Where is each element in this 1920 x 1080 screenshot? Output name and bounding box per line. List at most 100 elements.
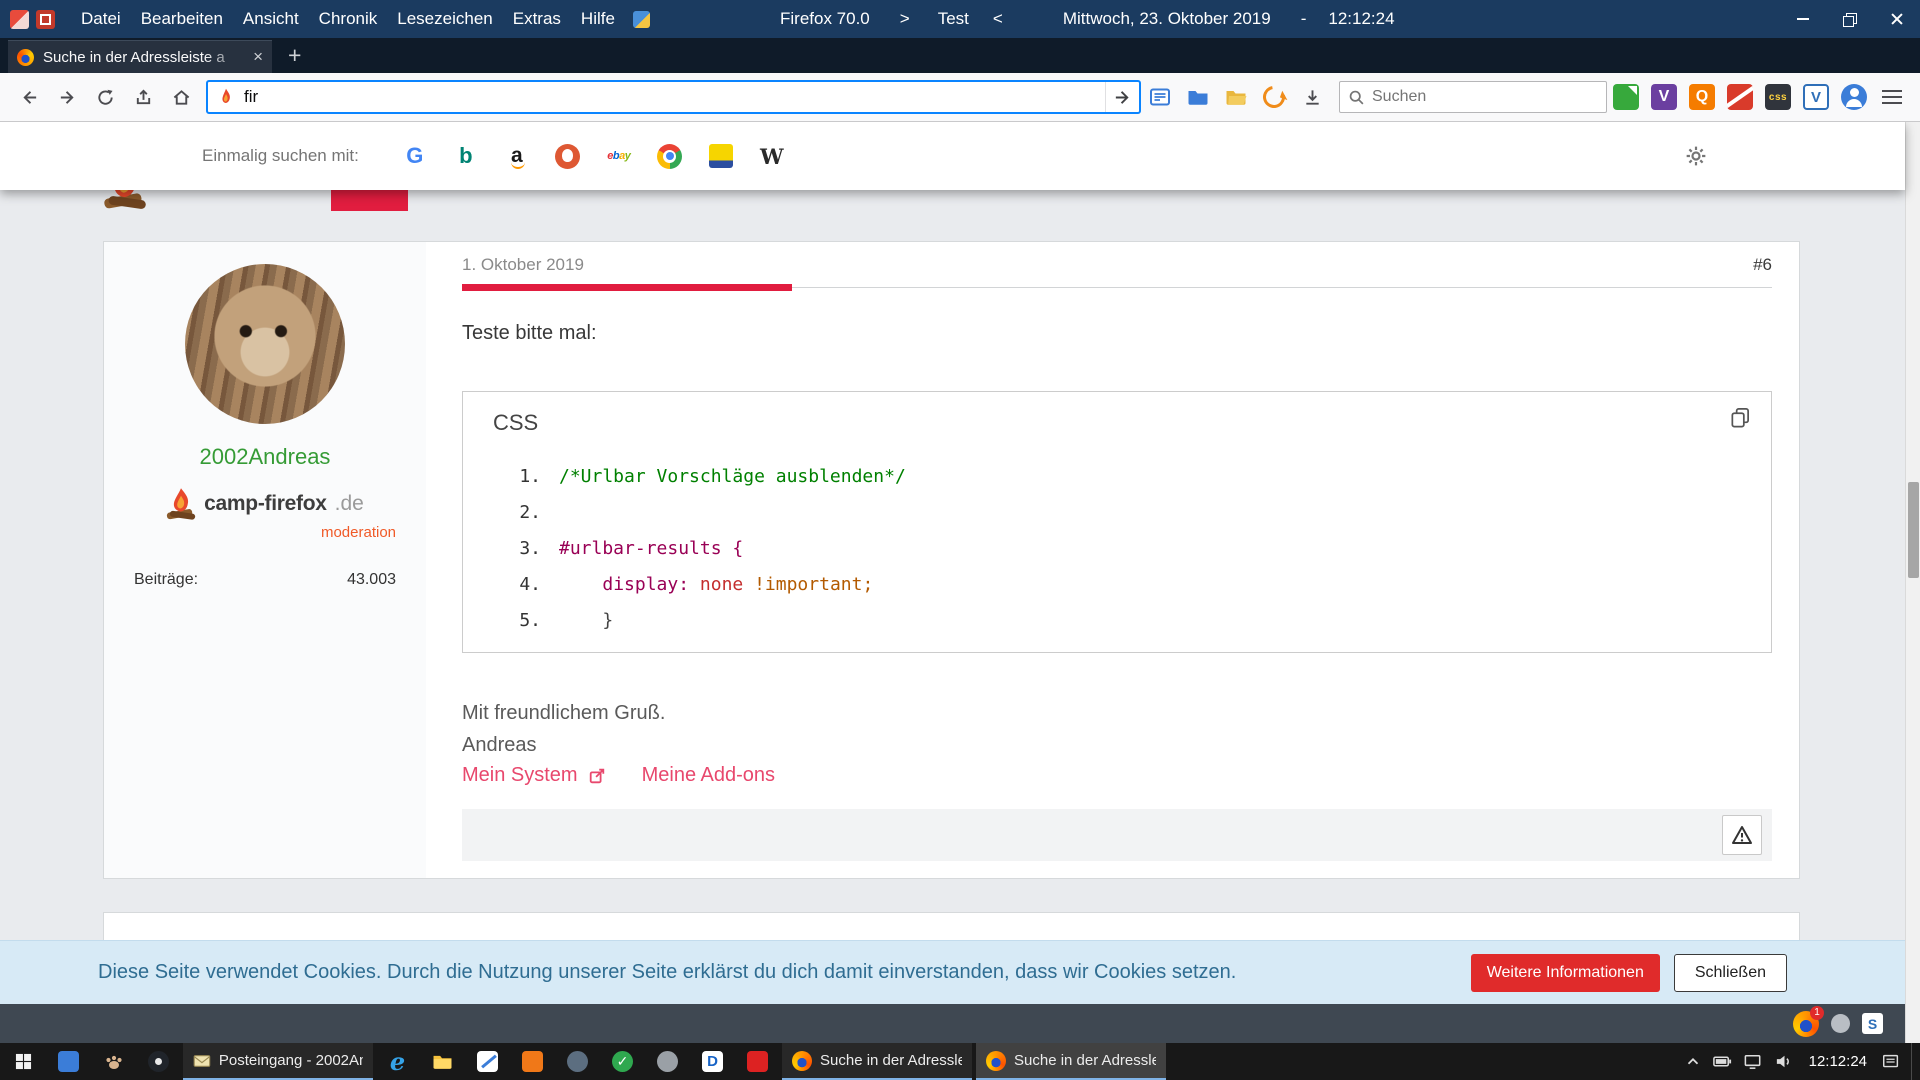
amazon-icon: a bbox=[511, 144, 523, 168]
taskbar-app-steel[interactable] bbox=[555, 1043, 600, 1080]
tab-close-icon[interactable]: × bbox=[253, 47, 263, 67]
new-tab-button[interactable]: + bbox=[288, 42, 301, 69]
url-input[interactable] bbox=[244, 87, 1105, 107]
titlebar-profile: Test bbox=[938, 9, 969, 29]
taskbar-app-notes[interactable] bbox=[465, 1043, 510, 1080]
restore-button[interactable] bbox=[1826, 0, 1873, 38]
browser-tab[interactable]: Suche in der Adressleiste a × bbox=[8, 40, 272, 73]
menu-bearbeiten[interactable]: Bearbeiten bbox=[131, 9, 233, 29]
engine-wikipedia-button[interactable]: W bbox=[758, 142, 786, 170]
post-number[interactable]: #6 bbox=[1753, 255, 1772, 275]
engine-chrome-button[interactable] bbox=[656, 142, 684, 170]
show-desktop-button[interactable] bbox=[1911, 1043, 1916, 1080]
copy-code-button[interactable] bbox=[1729, 406, 1751, 430]
post-date[interactable]: 1. Oktober 2019 bbox=[462, 255, 584, 275]
edit-icon[interactable] bbox=[633, 11, 650, 28]
taskbar-window-mail[interactable]: Posteingang - 2002An... bbox=[183, 1043, 373, 1080]
search-bar[interactable] bbox=[1339, 81, 1607, 113]
paw-icon bbox=[104, 1052, 124, 1071]
search-settings-button[interactable] bbox=[1685, 145, 1707, 167]
extension-green-button[interactable] bbox=[1607, 79, 1645, 115]
volume-icon[interactable] bbox=[1774, 1051, 1795, 1072]
reload-button[interactable] bbox=[86, 79, 124, 115]
cookie-more-info-button[interactable]: Weitere Informationen bbox=[1471, 954, 1660, 992]
menu-button[interactable] bbox=[1873, 79, 1911, 115]
start-button[interactable] bbox=[0, 1043, 46, 1080]
tab-bar: Suche in der Adressleiste a × + bbox=[0, 38, 1920, 73]
url-bar[interactable] bbox=[206, 80, 1141, 114]
battery-icon[interactable] bbox=[1712, 1051, 1733, 1072]
taskbar-app-edge[interactable]: e bbox=[375, 1043, 420, 1080]
code-value: none bbox=[689, 574, 743, 595]
app-icon-gray bbox=[657, 1051, 678, 1072]
go-button[interactable] bbox=[1105, 82, 1139, 112]
my-addons-link[interactable]: Meine Add-ons bbox=[642, 764, 775, 787]
titlebar-sep-right: > bbox=[900, 9, 910, 29]
extension-red-button[interactable] bbox=[1721, 79, 1759, 115]
extension-v-purple-button[interactable]: V bbox=[1645, 79, 1683, 115]
extension-q-button[interactable]: Q bbox=[1683, 79, 1721, 115]
page-scrollbar[interactable] bbox=[1905, 122, 1920, 1043]
engine-ebay-button[interactable]: ebay bbox=[605, 142, 633, 170]
sync-button[interactable] bbox=[1255, 79, 1293, 115]
taskbar-app-d[interactable]: D bbox=[690, 1043, 735, 1080]
engine-leo-button[interactable] bbox=[707, 142, 735, 170]
action-center-icon[interactable] bbox=[1881, 1052, 1901, 1072]
save-page-button[interactable] bbox=[124, 79, 162, 115]
taskbar-app-gray[interactable] bbox=[645, 1043, 690, 1080]
taskbar-app-paw[interactable] bbox=[91, 1043, 136, 1080]
menu-lesezeichen[interactable]: Lesezeichen bbox=[387, 9, 502, 29]
close-button[interactable] bbox=[1873, 0, 1920, 38]
engine-duckduckgo-button[interactable] bbox=[554, 142, 582, 170]
menu-datei[interactable]: Datei bbox=[71, 9, 131, 29]
engine-bing-button[interactable]: b bbox=[452, 142, 480, 170]
taskbar-window-firefox-2[interactable]: Suche in der Adresslei... bbox=[976, 1043, 1166, 1080]
taskbar-app-1[interactable] bbox=[46, 1043, 91, 1080]
taskbar-window-label: Suche in der Adresslei... bbox=[1014, 1052, 1156, 1069]
taskbar-app-green-check[interactable]: ✓ bbox=[600, 1043, 645, 1080]
firefox-float-icon[interactable]: 1 bbox=[1793, 1011, 1819, 1037]
addon-icon-2[interactable] bbox=[36, 10, 55, 29]
addon-icon-1[interactable] bbox=[10, 10, 29, 29]
taskbar-app-orange[interactable] bbox=[510, 1043, 555, 1080]
my-system-link[interactable]: Mein System bbox=[462, 764, 578, 787]
network-icon[interactable] bbox=[1743, 1051, 1764, 1072]
menu-extras[interactable]: Extras bbox=[503, 9, 571, 29]
titlebar-app-version: Firefox 70.0 bbox=[780, 9, 870, 29]
downloads-button[interactable] bbox=[1293, 79, 1331, 115]
bookmarks-folder-button[interactable] bbox=[1179, 79, 1217, 115]
open-folder-button[interactable] bbox=[1217, 79, 1255, 115]
search-input[interactable] bbox=[1372, 88, 1598, 106]
home-button[interactable] bbox=[162, 79, 200, 115]
taskbar-clock[interactable]: 12:12:24 bbox=[1809, 1053, 1867, 1070]
reader-list-button[interactable] bbox=[1141, 79, 1179, 115]
posts-value[interactable]: 43.003 bbox=[347, 571, 396, 589]
float-s-icon[interactable]: S bbox=[1862, 1013, 1883, 1034]
extension-css-button[interactable]: css bbox=[1759, 79, 1797, 115]
minimize-button[interactable] bbox=[1779, 0, 1826, 38]
engine-google-button[interactable]: G bbox=[401, 142, 429, 170]
taskbar-app-explorer[interactable] bbox=[420, 1043, 465, 1080]
taskbar-window-fir efox-1[interactable]: Suche in der Adresslei... bbox=[782, 1043, 972, 1080]
float-gray-icon[interactable] bbox=[1831, 1014, 1850, 1033]
back-button[interactable] bbox=[10, 79, 48, 115]
tray-expand-icon[interactable] bbox=[1684, 1053, 1702, 1071]
scrollbar-thumb[interactable] bbox=[1908, 482, 1919, 578]
page-viewport: 2002Andreas camp-firefox.de moderation B… bbox=[0, 122, 1920, 1043]
engine-amazon-button[interactable]: a bbox=[503, 142, 531, 170]
forward-button[interactable] bbox=[48, 79, 86, 115]
cookie-close-button[interactable]: Schließen bbox=[1674, 954, 1787, 992]
taskbar-app-red[interactable] bbox=[735, 1043, 780, 1080]
user-avatar[interactable] bbox=[185, 264, 345, 424]
menu-chronik[interactable]: Chronik bbox=[309, 9, 388, 29]
report-post-button[interactable] bbox=[1722, 815, 1762, 855]
taskbar-app-dark[interactable] bbox=[136, 1043, 181, 1080]
menu-ansicht[interactable]: Ansicht bbox=[233, 9, 309, 29]
campfire-logo-icon bbox=[166, 486, 196, 522]
extension-v-blue-button[interactable]: V bbox=[1797, 79, 1835, 115]
menu-hilfe[interactable]: Hilfe bbox=[571, 9, 625, 29]
account-button[interactable] bbox=[1835, 79, 1873, 115]
username[interactable]: 2002Andreas bbox=[200, 444, 331, 470]
post-separator bbox=[462, 284, 1772, 292]
code-important: !important; bbox=[743, 574, 873, 595]
